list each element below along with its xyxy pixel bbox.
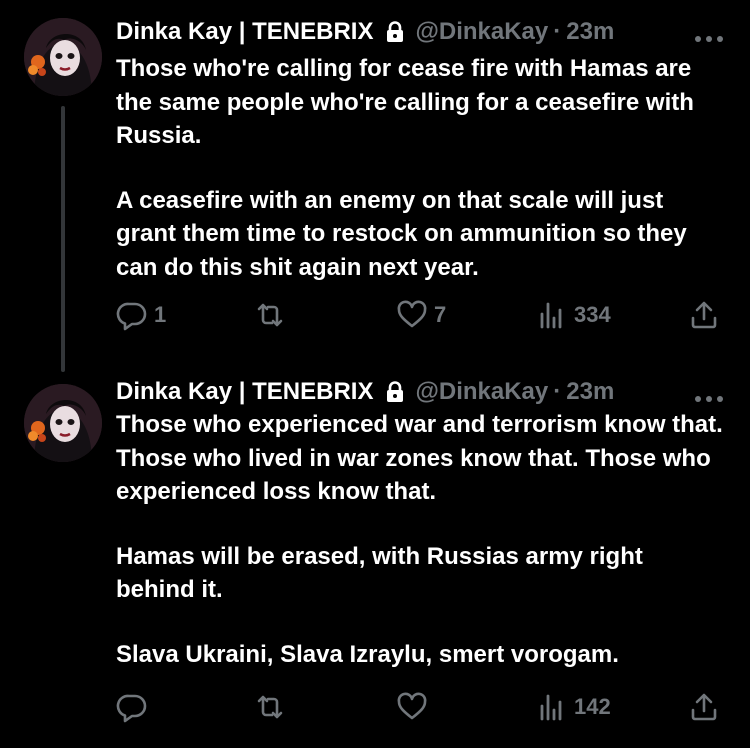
views-icon <box>540 694 562 721</box>
share-icon <box>691 301 717 329</box>
reply-button[interactable]: 1 <box>116 295 166 335</box>
like-button[interactable] <box>396 687 434 727</box>
action-bar: 1 7 334 <box>116 295 726 335</box>
avatar[interactable] <box>24 18 102 96</box>
avatar-image <box>24 18 102 96</box>
reply-icon <box>116 302 147 331</box>
more-icon[interactable] <box>694 390 724 402</box>
views-button[interactable]: 142 <box>536 687 611 727</box>
repost-button[interactable] <box>254 687 292 727</box>
heart-icon <box>397 692 427 720</box>
avatar[interactable] <box>24 384 102 462</box>
tweet-paragraph: Those who experienced war and terrorism … <box>116 411 723 506</box>
reply-count: 1 <box>154 302 167 327</box>
author-handle[interactable]: @DinkaKay <box>415 378 548 406</box>
tweet[interactable]: Dinka Kay | TENEBRIX @DinkaKay · 23m Tho… <box>0 368 750 748</box>
share-button[interactable] <box>688 687 720 727</box>
tweet-header: Dinka Kay | TENEBRIX @DinkaKay · 23m <box>116 14 614 50</box>
timestamp[interactable]: 23m <box>566 378 614 406</box>
author-handle[interactable]: @DinkaKay <box>415 18 548 46</box>
view-count: 142 <box>574 694 611 719</box>
avatar-image <box>24 384 102 462</box>
like-button[interactable]: 7 <box>396 295 446 335</box>
tweet-paragraph: Slava Ukraini, Slava Izraylu, smert voro… <box>116 640 619 668</box>
tweet-paragraph: Hamas will be erased, with Russias army … <box>116 542 643 604</box>
views-icon <box>540 302 562 329</box>
timestamp[interactable]: 23m <box>566 18 614 46</box>
views-button[interactable]: 334 <box>536 295 611 335</box>
tweet-header: Dinka Kay | TENEBRIX @DinkaKay · 23m <box>116 374 614 410</box>
share-button[interactable] <box>688 295 720 335</box>
repost-icon <box>257 695 283 719</box>
more-icon[interactable] <box>694 30 724 42</box>
thread-line <box>61 106 65 372</box>
tweet[interactable]: Dinka Kay | TENEBRIX @DinkaKay · 23m Tho… <box>0 0 750 372</box>
heart-icon <box>397 300 427 328</box>
lock-icon <box>385 21 405 43</box>
repost-icon <box>257 303 283 327</box>
repost-button[interactable] <box>254 295 292 335</box>
share-icon <box>691 693 717 721</box>
view-count: 334 <box>574 302 611 327</box>
tweet-paragraph: Those who're calling for cease fire with… <box>116 55 694 150</box>
separator-dot: · <box>553 378 562 405</box>
tweet-text: Those who experienced war and terrorism … <box>116 408 726 672</box>
lock-icon <box>385 381 405 403</box>
tweet-paragraph: A ceasefire with an enemy on that scale … <box>116 186 687 281</box>
tweet-text: Those who're calling for cease fire with… <box>116 52 726 285</box>
author-name[interactable]: Dinka Kay | TENEBRIX <box>116 378 373 406</box>
reply-icon <box>116 694 147 723</box>
author-name[interactable]: Dinka Kay | TENEBRIX <box>116 18 373 46</box>
like-count: 7 <box>434 302 447 327</box>
action-bar: 142 <box>116 687 726 727</box>
reply-button[interactable] <box>116 687 154 727</box>
separator-dot: · <box>553 18 562 45</box>
